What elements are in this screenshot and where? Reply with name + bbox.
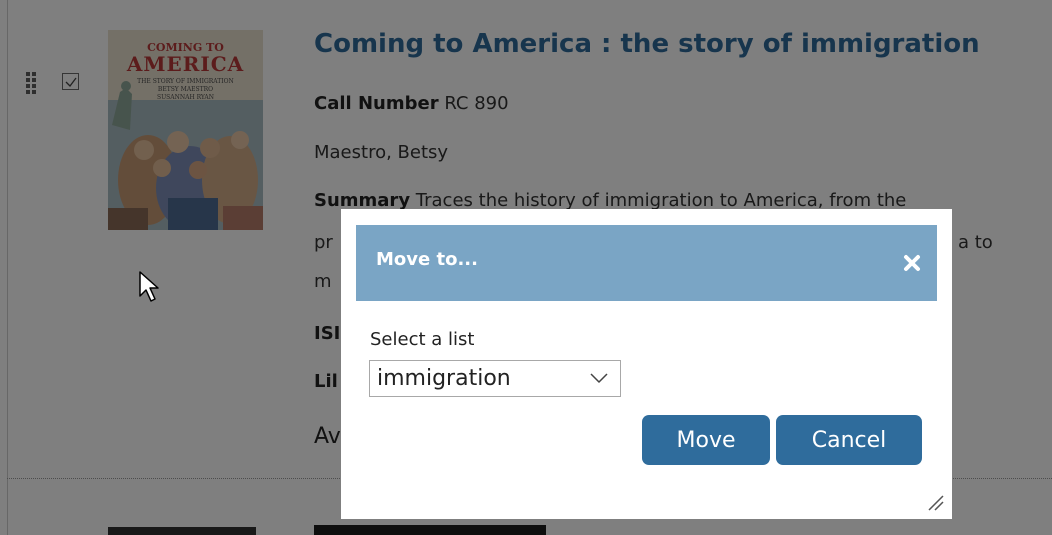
cancel-button[interactable]: Cancel [776, 415, 922, 465]
selected-list-value: immigration [377, 366, 511, 391]
close-icon [904, 255, 920, 271]
move-button[interactable]: Move [642, 415, 770, 465]
dialog-header[interactable]: Move to... [356, 225, 937, 301]
close-button[interactable] [900, 251, 924, 275]
select-list-label: Select a list [370, 329, 475, 350]
dialog-title: Move to... [376, 249, 478, 270]
chevron-down-icon [590, 373, 608, 384]
list-select-dropdown[interactable]: immigration [369, 360, 621, 397]
page: COMING TO AMERICA THE STORY OF IMMIGRATI… [0, 0, 1052, 535]
move-to-dialog: Move to... Select a list immigration Mov… [341, 209, 952, 519]
mouse-pointer-icon [139, 271, 159, 302]
resize-handle-icon[interactable] [923, 490, 945, 512]
